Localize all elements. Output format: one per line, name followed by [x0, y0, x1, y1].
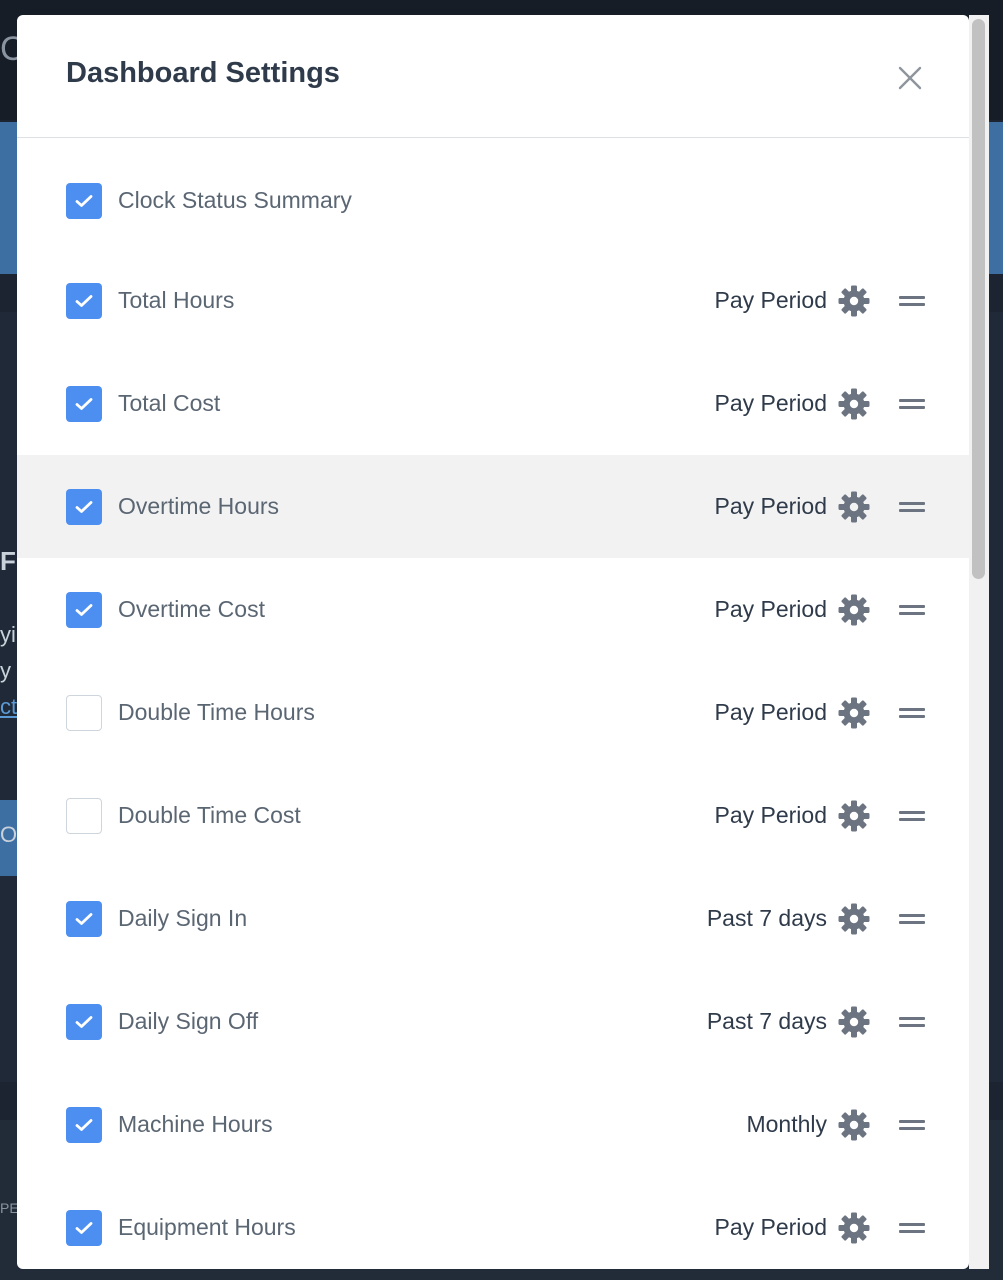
checkbox-clock-status-summary[interactable]: [66, 182, 102, 219]
setting-row-daily-sign-off: Daily Sign Off Past 7 days: [17, 970, 969, 1073]
setting-label: Overtime Hours: [118, 493, 280, 519]
modal-header: Dashboard Settings: [17, 15, 969, 138]
drag-handle-icon[interactable]: [899, 912, 925, 926]
dashboard-settings-modal: Dashboard Settings Clock Status Summary T…: [17, 15, 969, 1269]
setting-label: Overtime Cost: [118, 596, 265, 622]
gear-icon: [838, 1212, 870, 1243]
setting-label: Daily Sign In: [118, 905, 248, 931]
setting-row-machine-hours: Machine Hours Monthly: [17, 1073, 969, 1176]
drag-handle-icon[interactable]: [899, 809, 925, 823]
checkmark-icon: [75, 1221, 93, 1234]
gear-icon: [838, 1006, 870, 1037]
drag-handle-icon[interactable]: [899, 603, 925, 617]
setting-label: Daily Sign Off: [118, 1008, 259, 1034]
checkbox-double-time-hours[interactable]: [66, 694, 102, 731]
close-icon: [898, 66, 922, 90]
period-label: Pay Period: [714, 493, 827, 519]
setting-label: Double Time Hours: [118, 699, 315, 725]
close-button[interactable]: [895, 63, 925, 93]
settings-list: Clock Status Summary Total Hours Pay Perio…: [17, 152, 969, 1269]
period-label: Monthly: [746, 1111, 827, 1137]
settings-button[interactable]: [837, 696, 871, 730]
checkbox-overtime-hours[interactable]: [66, 488, 102, 525]
setting-row-overtime-cost: Overtime Cost Pay Period: [17, 558, 969, 661]
checkbox-equipment-hours[interactable]: [66, 1209, 102, 1246]
checkbox-daily-sign-in[interactable]: [66, 900, 102, 937]
checkmark-icon: [75, 500, 93, 513]
checkmark-icon: [75, 603, 93, 616]
setting-label: Equipment Hours: [118, 1214, 296, 1240]
period-label: Pay Period: [714, 287, 827, 313]
checkmark-icon: [75, 397, 93, 410]
gear-icon: [838, 491, 870, 522]
settings-button[interactable]: [837, 284, 871, 318]
period-label: Pay Period: [714, 699, 827, 725]
checkmark-icon: [75, 1015, 93, 1028]
period-label: Pay Period: [714, 802, 827, 828]
settings-button[interactable]: [837, 1005, 871, 1039]
setting-label: Machine Hours: [118, 1111, 273, 1137]
drag-handle-icon[interactable]: [899, 294, 925, 308]
checkbox-daily-sign-off[interactable]: [66, 1003, 102, 1040]
settings-button[interactable]: [837, 1211, 871, 1245]
drag-handle-icon[interactable]: [899, 706, 925, 720]
period-label: Past 7 days: [706, 1008, 827, 1034]
setting-row-double-time-cost: Double Time Cost Pay Period: [17, 764, 969, 867]
settings-button[interactable]: [837, 799, 871, 833]
gear-icon: [838, 594, 870, 625]
setting-row-total-hours: Total Hours Pay Period: [17, 249, 969, 352]
gear-icon: [838, 903, 870, 934]
checkbox-machine-hours[interactable]: [66, 1106, 102, 1143]
modal-title: Dashboard Settings: [66, 57, 340, 89]
gear-icon: [838, 285, 870, 316]
gear-icon: [838, 800, 870, 831]
setting-row-clock-status-summary: Clock Status Summary: [17, 152, 969, 249]
background-link: ct: [0, 694, 18, 719]
settings-button[interactable]: [837, 593, 871, 627]
checkmark-icon: [75, 1118, 93, 1131]
setting-row-total-cost: Total Cost Pay Period: [17, 352, 969, 455]
settings-button[interactable]: [837, 1108, 871, 1142]
checkbox-overtime-cost[interactable]: [66, 591, 102, 628]
checkmark-icon: [75, 194, 93, 207]
drag-handle-icon[interactable]: [899, 500, 925, 514]
period-label: Pay Period: [714, 596, 827, 622]
drag-handle-icon[interactable]: [899, 1221, 925, 1235]
setting-label: Clock Status Summary: [118, 187, 352, 213]
background-text: yi: [0, 622, 16, 647]
settings-button[interactable]: [837, 490, 871, 524]
drag-handle-icon[interactable]: [899, 1015, 925, 1029]
setting-row-equipment-hours: Equipment Hours Pay Period: [17, 1176, 969, 1269]
setting-row-overtime-hours: Overtime Hours Pay Period: [17, 455, 969, 558]
checkbox-total-hours[interactable]: [66, 282, 102, 319]
gear-icon: [838, 1109, 870, 1140]
period-label: Pay Period: [714, 1214, 827, 1240]
period-label: Pay Period: [714, 390, 827, 416]
period-label: Past 7 days: [706, 905, 827, 931]
drag-handle-icon[interactable]: [899, 1118, 925, 1132]
setting-label: Total Hours: [118, 287, 235, 313]
background-text: PE: [0, 1200, 19, 1216]
scrollbar-thumb[interactable]: [972, 19, 985, 579]
checkmark-icon: [75, 912, 93, 925]
setting-row-daily-sign-in: Daily Sign In Past 7 days: [17, 867, 969, 970]
setting-label: Double Time Cost: [118, 802, 301, 828]
checkbox-double-time-cost[interactable]: [66, 797, 102, 834]
setting-label: Total Cost: [118, 390, 221, 416]
checkmark-icon: [75, 294, 93, 307]
gear-icon: [838, 388, 870, 419]
setting-row-double-time-hours: Double Time Hours Pay Period: [17, 661, 969, 764]
gear-icon: [838, 697, 870, 728]
checkbox-total-cost[interactable]: [66, 385, 102, 422]
drag-handle-icon[interactable]: [899, 397, 925, 411]
settings-button[interactable]: [837, 902, 871, 936]
settings-button[interactable]: [837, 387, 871, 421]
